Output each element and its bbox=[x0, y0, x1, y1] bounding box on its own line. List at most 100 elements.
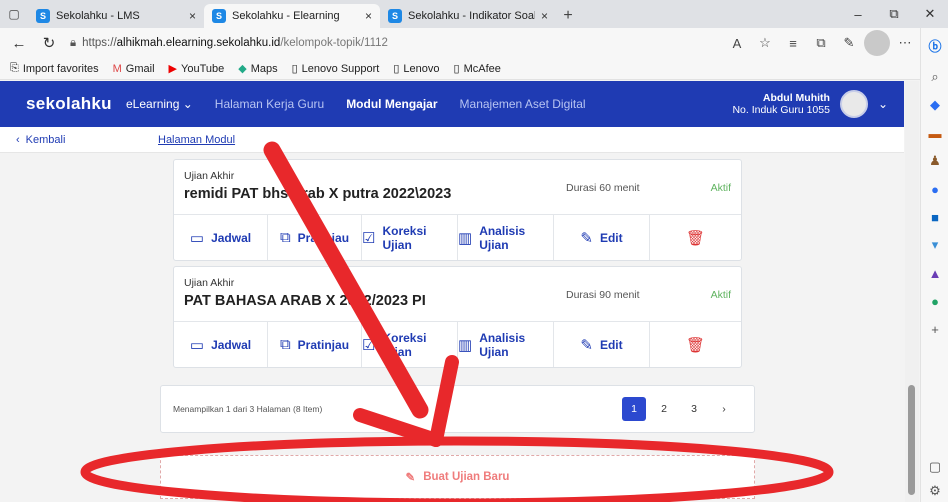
edit-button[interactable]: ✎ Edit bbox=[554, 322, 650, 367]
breadcrumb: ‹ Kembali Halaman Modul bbox=[0, 127, 904, 153]
office-icon[interactable]: ● bbox=[921, 178, 948, 200]
button-label: Jadwal bbox=[211, 337, 252, 352]
url-scheme: https:// bbox=[82, 37, 117, 49]
nav-halaman-kerja-guru[interactable]: Halaman Kerja Guru bbox=[215, 97, 324, 111]
pratinjau-button[interactable]: ⧉ Pratinjau bbox=[268, 215, 362, 260]
nav-modul-mengajar[interactable]: Modul Mengajar bbox=[346, 97, 437, 111]
avatar[interactable] bbox=[839, 90, 868, 118]
drop-icon[interactable]: ▾ bbox=[921, 234, 948, 256]
exam-duration: Durasi 90 menit bbox=[566, 289, 640, 301]
pratinjau-button[interactable]: ⧉ Pratinjau bbox=[268, 322, 362, 367]
exam-card-header: Ujian Akhir PAT BAHASA ARAB X 2022/2023 … bbox=[174, 267, 741, 322]
close-icon[interactable]: × bbox=[365, 9, 372, 23]
search-icon[interactable]: ⌕ bbox=[921, 66, 948, 88]
button-label: Pratinjau bbox=[297, 337, 350, 352]
bookmarks-bar: ⎘ Import favorites M Gmail ▶ YouTube ◆ Maps … bbox=[0, 58, 920, 80]
back-arrow-icon[interactable]: ← bbox=[6, 30, 32, 56]
edit-button[interactable]: ✎ Edit bbox=[554, 215, 650, 260]
analisis-button[interactable]: ▥ Analisis Ujian bbox=[458, 215, 554, 260]
tab-title: Sekolahku - Elearning bbox=[232, 10, 340, 22]
window-close-icon[interactable]: ✕ bbox=[912, 0, 948, 28]
trash-icon: 🗑︎ bbox=[685, 229, 706, 247]
scrollbar-thumb[interactable] bbox=[908, 385, 915, 495]
bookmark-lenovo[interactable]: ▯ Lenovo bbox=[393, 62, 439, 76]
status-badge: Aktif bbox=[710, 182, 731, 194]
minimize-icon[interactable]: – bbox=[840, 0, 876, 28]
browser-tab-indikator[interactable]: S Sekolahku - Indikator Soal × bbox=[380, 4, 556, 28]
nav-elearning[interactable]: eLearning ⌄ bbox=[126, 97, 193, 111]
gmail-icon: M bbox=[112, 62, 122, 75]
refresh-icon[interactable]: ↻ bbox=[36, 30, 62, 56]
main-nav: eLearning ⌄ Halaman Kerja Guru Modul Men… bbox=[126, 97, 586, 111]
analisis-button[interactable]: ▥ Analisis Ujian bbox=[458, 322, 554, 367]
extensions-icon[interactable]: ✎ bbox=[836, 30, 862, 56]
url-field[interactable]: 🔒︎ https://alhikmah.elearning.sekolahku.… bbox=[66, 32, 720, 54]
exam-title[interactable]: PAT BAHASA ARAB X 2022/2023 PI bbox=[184, 293, 426, 309]
settings-gear-icon[interactable]: ⚙ bbox=[921, 480, 948, 502]
user-menu[interactable]: Abdul Muhith No. Induk Guru 1055 ⌄ bbox=[732, 90, 888, 118]
favorites-list-icon[interactable]: ≡ bbox=[780, 30, 806, 56]
page-scrollbar[interactable] bbox=[905, 81, 919, 502]
exam-actions: ▭ Jadwal ⧉ Pratinjau ☑ Koreksi Ujian ▥ Anali… bbox=[174, 322, 741, 367]
add-exam-button[interactable]: ✎ Buat Ujian Baru bbox=[160, 455, 755, 499]
page-1-button[interactable]: 1 bbox=[622, 397, 646, 421]
add-exam-label: Buat Ujian Baru bbox=[423, 471, 510, 483]
browser-tabstrip: ▢ S Sekolahku - LMS × S Sekolahku - Elea… bbox=[0, 0, 948, 28]
read-aloud-icon[interactable]: A bbox=[724, 30, 750, 56]
next-page-button[interactable]: › bbox=[712, 397, 736, 421]
collections-icon[interactable]: ⧉ bbox=[808, 30, 834, 56]
spotify-icon[interactable]: ● bbox=[921, 290, 948, 312]
page-buttons: 1 2 3 › bbox=[622, 397, 736, 421]
bookmark-import[interactable]: ⎘ Import favorites bbox=[10, 62, 99, 75]
calendar-icon: ▭ bbox=[189, 336, 205, 354]
shopping-icon[interactable]: ◆ bbox=[921, 94, 948, 116]
games-icon[interactable]: ♟ bbox=[921, 150, 948, 172]
page-icon: ▯ bbox=[291, 63, 298, 75]
close-icon[interactable]: × bbox=[541, 9, 548, 23]
pencil-icon: ✎ bbox=[405, 472, 416, 484]
restore-icon[interactable]: ⧉ bbox=[876, 0, 912, 28]
bookmark-lenovo-support[interactable]: ▯ Lenovo Support bbox=[291, 62, 380, 76]
bookmark-label: McAfee bbox=[463, 62, 501, 75]
briefcase-icon[interactable]: ▬ bbox=[921, 122, 948, 144]
delete-button[interactable]: 🗑︎ bbox=[650, 215, 741, 260]
bing-icon[interactable]: ⓑ bbox=[921, 34, 948, 56]
bookmark-gmail[interactable]: M Gmail bbox=[113, 63, 155, 75]
outlook-icon[interactable]: ■ bbox=[921, 206, 948, 228]
exam-title[interactable]: remidi PAT bhs Arab X putra 2022\2023 bbox=[184, 186, 451, 202]
pencil-icon: ✎ bbox=[580, 336, 593, 354]
nav-manajemen-aset[interactable]: Manajemen Aset Digital bbox=[460, 97, 586, 111]
import-icon: ⎘ bbox=[10, 62, 19, 74]
back-link[interactable]: ‹ Kembali bbox=[16, 134, 158, 146]
add-icon[interactable]: + bbox=[921, 318, 948, 340]
tools-icon[interactable]: ▲ bbox=[921, 262, 948, 284]
button-label: Analisis Ujian bbox=[479, 223, 526, 252]
koreksi-button[interactable]: ☑ Koreksi Ujian bbox=[362, 322, 458, 367]
jadwal-button[interactable]: ▭ Jadwal bbox=[174, 215, 268, 260]
exam-type: Ujian Akhir bbox=[184, 277, 235, 289]
pagination-info: Menampilkan 1 dari 3 Halaman (8 Item) bbox=[173, 404, 323, 414]
brand-logo[interactable]: sekolahku bbox=[26, 94, 126, 114]
new-tab-button[interactable]: + bbox=[556, 4, 580, 28]
koreksi-button[interactable]: ☑ Koreksi Ujian bbox=[362, 215, 458, 260]
lock-icon: 🔒︎ bbox=[70, 36, 77, 49]
sidebar-toggle-icon[interactable]: ▢ bbox=[921, 456, 948, 478]
bookmark-maps[interactable]: ◆ Maps bbox=[238, 62, 277, 76]
page-3-button[interactable]: 3 bbox=[682, 397, 706, 421]
favorite-star-icon[interactable]: ☆ bbox=[752, 30, 778, 56]
browser-tab-elearning[interactable]: S Sekolahku - Elearning × bbox=[204, 4, 380, 28]
delete-button[interactable]: 🗑︎ bbox=[650, 322, 741, 367]
breadcrumb-page[interactable]: Halaman Modul bbox=[158, 134, 235, 146]
bookmark-mcafee[interactable]: ▯ McAfee bbox=[454, 62, 501, 76]
exam-card-header: Ujian Akhir remidi PAT bhs Arab X putra … bbox=[174, 160, 741, 215]
tab-actions-icon[interactable]: ▢ bbox=[0, 0, 28, 28]
profile-icon[interactable] bbox=[864, 30, 890, 56]
more-menu-icon[interactable]: ⋯ bbox=[892, 30, 918, 56]
bookmark-youtube[interactable]: ▶ YouTube bbox=[169, 62, 225, 76]
chevron-down-icon[interactable]: ⌄ bbox=[878, 97, 888, 111]
sekolahku-favicon-icon: S bbox=[212, 9, 226, 23]
browser-tab-lms[interactable]: S Sekolahku - LMS × bbox=[28, 4, 204, 28]
page-2-button[interactable]: 2 bbox=[652, 397, 676, 421]
close-icon[interactable]: × bbox=[189, 9, 196, 23]
jadwal-button[interactable]: ▭ Jadwal bbox=[174, 322, 268, 367]
